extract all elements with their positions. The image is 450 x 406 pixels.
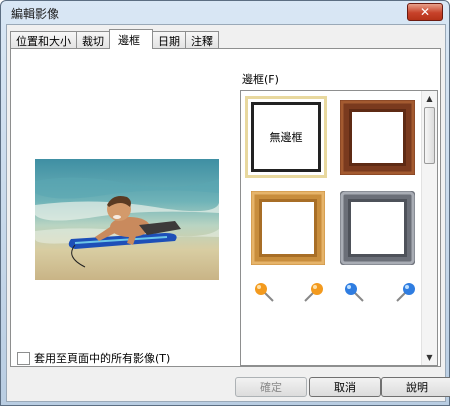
apply-all-label: 套用至頁面中的所有影像(T) <box>34 352 171 365</box>
frames-tab-panel: 邊框(F) 無邊框 ▲ ▼ <box>10 48 441 367</box>
frame-none-label: 無邊框 <box>251 102 321 172</box>
frames-label: 邊框(F) <box>242 73 279 86</box>
frames-scrollbar[interactable]: ▲ ▼ <box>421 91 437 365</box>
tab-date[interactable]: 日期 <box>152 31 186 48</box>
ok-button[interactable]: 確定 <box>235 377 307 397</box>
tab-position-size[interactable]: 位置和大小 <box>10 31 77 48</box>
frame-option-dark-wood[interactable] <box>340 100 415 175</box>
help-button[interactable]: 說明 <box>381 377 450 397</box>
title-bar[interactable]: 編輯影像 ✕ <box>1 1 449 23</box>
scroll-thumb[interactable] <box>424 107 435 164</box>
frame-option-light-wood[interactable] <box>251 191 325 265</box>
pin-blue-icon[interactable] <box>389 279 419 309</box>
pin-orange-icon[interactable] <box>251 279 281 309</box>
preview-image <box>35 159 219 280</box>
close-button[interactable]: ✕ <box>407 3 443 21</box>
tab-crop[interactable]: 裁切 <box>76 31 110 48</box>
dialog-client: 位置和大小 裁切 邊框 日期 注釋 邊框(F) 無邊框 ▲ ▼ 套用至頁面中的所… <box>6 24 450 402</box>
pin-blue-icon[interactable] <box>341 279 371 309</box>
scroll-down-arrow-icon[interactable]: ▼ <box>422 350 437 365</box>
apply-all-row[interactable]: 套用至頁面中的所有影像(T) <box>17 350 170 366</box>
frame-option-none[interactable]: 無邊框 <box>245 96 327 178</box>
frames-list: 無邊框 ▲ ▼ <box>240 90 438 366</box>
scroll-up-arrow-icon[interactable]: ▲ <box>422 91 437 106</box>
tab-notes[interactable]: 注釋 <box>185 31 219 48</box>
close-icon: ✕ <box>419 5 431 19</box>
tab-frames[interactable]: 邊框 <box>109 29 153 49</box>
pin-orange-icon[interactable] <box>297 279 327 309</box>
tab-strip: 位置和大小 裁切 邊框 日期 注釋 <box>10 29 219 49</box>
dialog-window: 編輯影像 ✕ 位置和大小 裁切 邊框 日期 注釋 邊框(F) 無邊框 ▲ ▼ 套… <box>0 0 450 406</box>
cancel-button[interactable]: 取消 <box>309 377 381 397</box>
apply-all-checkbox[interactable] <box>17 351 30 365</box>
frame-option-silver-metal[interactable] <box>340 191 415 265</box>
window-title: 編輯影像 <box>11 7 60 21</box>
